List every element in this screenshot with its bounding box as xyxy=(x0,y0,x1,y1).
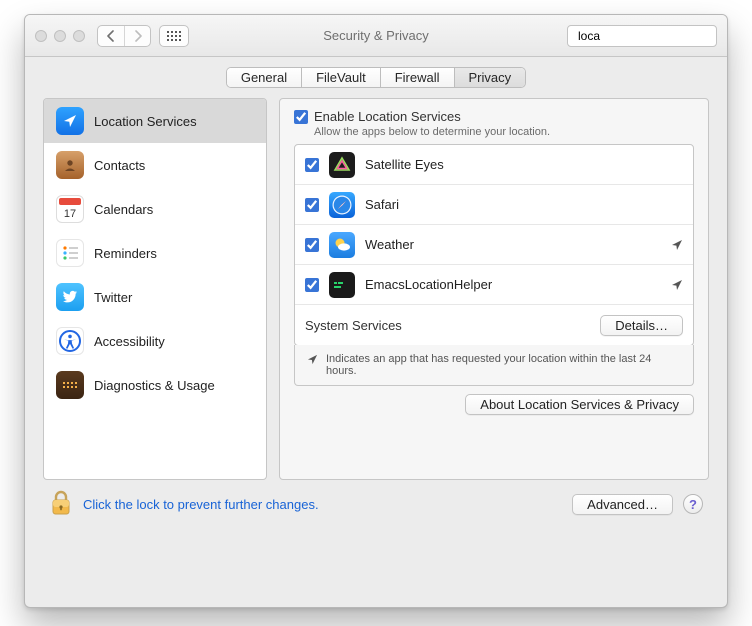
svg-text:17: 17 xyxy=(64,208,76,220)
app-row: Satellite Eyes xyxy=(295,145,693,185)
detail-pane: Enable Location Services Allow the apps … xyxy=(279,98,709,480)
tabs-bar: General FileVault Firewall Privacy xyxy=(25,57,727,96)
app-icon-safari xyxy=(329,192,355,218)
preferences-window: Security & Privacy General FileVault Fir… xyxy=(24,14,728,608)
app-name: Satellite Eyes xyxy=(365,157,683,172)
category-list: Location Services Contacts 17 Calendars xyxy=(43,98,267,480)
lock-text[interactable]: Click the lock to prevent further change… xyxy=(83,497,319,512)
enable-location-label: Enable Location Services xyxy=(314,109,461,124)
grid-icon xyxy=(167,31,181,41)
category-twitter[interactable]: Twitter xyxy=(44,275,266,319)
reminders-icon xyxy=(56,239,84,267)
app-name: Weather xyxy=(365,237,661,252)
lock-icon[interactable] xyxy=(49,490,73,518)
app-checkbox[interactable] xyxy=(305,198,319,212)
app-checkbox[interactable] xyxy=(305,158,319,172)
advanced-button[interactable]: Advanced… xyxy=(572,494,673,515)
category-accessibility[interactable]: Accessibility xyxy=(44,319,266,363)
category-label: Diagnostics & Usage xyxy=(94,378,215,393)
category-label: Accessibility xyxy=(94,334,165,349)
diagnostics-icon xyxy=(56,371,84,399)
app-icon-emacs-location-helper xyxy=(329,272,355,298)
system-services-label: System Services xyxy=(305,318,590,333)
app-icon-satellite-eyes xyxy=(329,152,355,178)
app-checkbox[interactable] xyxy=(305,278,319,292)
recent-location-icon xyxy=(307,354,318,365)
zoom-window-button[interactable] xyxy=(73,30,85,42)
app-row: Weather xyxy=(295,225,693,265)
app-row: EmacsLocationHelper xyxy=(295,265,693,305)
recent-footnote: Indicates an app that has requested your… xyxy=(294,345,694,386)
tab-filevault[interactable]: FileVault xyxy=(302,68,381,87)
system-services-row: System Services Details… xyxy=(295,305,693,345)
traffic-lights xyxy=(35,30,85,42)
category-label: Location Services xyxy=(94,114,197,129)
forward-button[interactable] xyxy=(124,26,150,46)
app-row: Safari xyxy=(295,185,693,225)
back-button[interactable] xyxy=(98,26,124,46)
show-all-button[interactable] xyxy=(159,25,189,47)
titlebar: Security & Privacy xyxy=(25,15,727,57)
app-list: Satellite Eyes Safari xyxy=(294,144,694,346)
enable-location-checkbox[interactable] xyxy=(294,110,308,124)
search-field[interactable] xyxy=(567,25,717,47)
category-calendars[interactable]: 17 Calendars xyxy=(44,187,266,231)
close-window-button[interactable] xyxy=(35,30,47,42)
recent-location-icon xyxy=(671,279,683,291)
twitter-icon xyxy=(56,283,84,311)
nav-back-forward xyxy=(97,25,151,47)
app-icon-weather xyxy=(329,232,355,258)
tab-firewall[interactable]: Firewall xyxy=(381,68,455,87)
category-label: Twitter xyxy=(94,290,132,305)
app-checkbox[interactable] xyxy=(305,238,319,252)
footnote-text: Indicates an app that has requested your… xyxy=(326,353,681,377)
tab-general[interactable]: General xyxy=(227,68,302,87)
location-icon xyxy=(56,107,84,135)
category-location-services[interactable]: Location Services xyxy=(44,99,266,143)
search-input[interactable] xyxy=(576,28,728,44)
category-reminders[interactable]: Reminders xyxy=(44,231,266,275)
details-button[interactable]: Details… xyxy=(600,315,683,336)
category-label: Contacts xyxy=(94,158,145,173)
content-area: Location Services Contacts 17 Calendars xyxy=(25,96,727,607)
tabs: General FileVault Firewall Privacy xyxy=(226,67,526,88)
app-name: EmacsLocationHelper xyxy=(365,277,661,292)
category-label: Calendars xyxy=(94,202,153,217)
category-contacts[interactable]: Contacts xyxy=(44,143,266,187)
calendar-icon: 17 xyxy=(56,195,84,223)
contacts-icon xyxy=(56,151,84,179)
minimize-window-button[interactable] xyxy=(54,30,66,42)
accessibility-icon xyxy=(56,327,84,355)
enable-location-hint: Allow the apps below to determine your l… xyxy=(314,126,694,138)
category-diagnostics[interactable]: Diagnostics & Usage xyxy=(44,363,266,407)
lock-bar: Click the lock to prevent further change… xyxy=(43,480,709,524)
category-label: Reminders xyxy=(94,246,157,261)
app-name: Safari xyxy=(365,197,683,212)
tab-privacy[interactable]: Privacy xyxy=(455,68,526,87)
recent-location-icon xyxy=(671,239,683,251)
about-location-privacy-button[interactable]: About Location Services & Privacy xyxy=(465,394,694,415)
help-button[interactable]: ? xyxy=(683,494,703,514)
